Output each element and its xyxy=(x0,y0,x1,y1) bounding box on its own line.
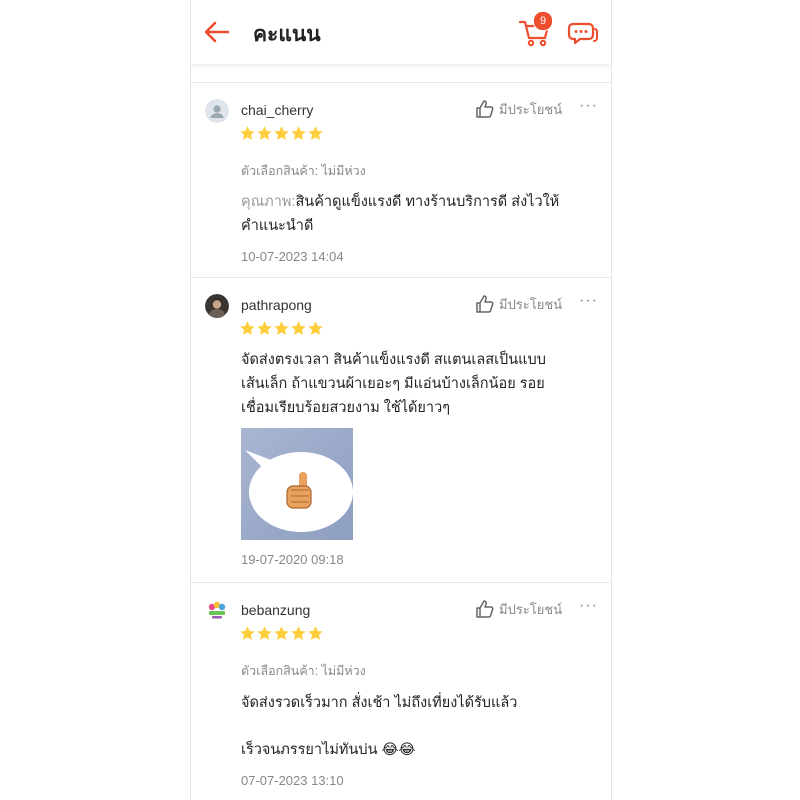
star-icon xyxy=(257,321,272,335)
more-options-icon[interactable]: ··· xyxy=(579,97,598,115)
review-text: จัดส่งรวดเร็วมาก สั่งเช้า ไม่ถึงเที่ยงได… xyxy=(241,691,601,715)
reviewer-username[interactable]: bebanzung xyxy=(241,602,310,618)
reviewer-username[interactable]: chai_cherry xyxy=(241,102,313,118)
star-icon xyxy=(240,126,255,140)
helpful-label: มีประโยชน์ xyxy=(499,296,563,312)
user-logo-icon xyxy=(205,599,229,623)
more-options-icon[interactable]: ··· xyxy=(579,292,598,310)
helpful-button[interactable]: มีประโยชน์ xyxy=(475,598,562,620)
cart-count-badge: 9 xyxy=(533,11,553,31)
review-text: เร็วจนภรรยาไม่ทันบ่น 😂😂 xyxy=(241,738,601,762)
review-item: pathrapong มีประโยชน์ ··· จัดส่งตรงเวลา … xyxy=(191,277,611,583)
star-icon xyxy=(257,626,272,640)
star-icon xyxy=(308,126,323,140)
product-variant: ตัวเลือกสินค้า: ไม่มีห่วง xyxy=(241,164,366,178)
review-text-line: จัดส่งรวดเร็วมาก สั่งเช้า ไม่ถึงเที่ยงได… xyxy=(241,695,518,711)
helpful-button[interactable]: มีประโยชน์ xyxy=(475,293,562,315)
star-icon xyxy=(291,626,306,640)
star-icon xyxy=(240,626,255,640)
review-date: 07-07-2023 13:10 xyxy=(241,773,344,788)
helpful-button[interactable]: มีประโยชน์ xyxy=(475,98,562,120)
review-text-line: คำแนะนำดี xyxy=(241,218,314,234)
star-rating xyxy=(239,625,324,642)
thumbs-up-icon xyxy=(476,295,494,313)
review-text-line: สินค้าดูแข็งแรงดี ทางร้านบริการดี ส่งไวใ… xyxy=(295,194,560,210)
star-icon xyxy=(308,321,323,335)
review-text-line: จัดส่งตรงเวลา สินค้าแข็งแรงดี สแตนเลสเป็… xyxy=(241,352,546,368)
default-user-icon xyxy=(205,99,229,123)
avatar[interactable] xyxy=(205,99,229,123)
review-item: chai_cherry มีประโยชน์ ··· ตัวเลือกสินค้… xyxy=(191,82,611,278)
star-icon xyxy=(291,321,306,335)
phone-screen: คะแนน 9 00-0-2023 00:10 chai_cherry xyxy=(190,0,612,800)
user-photo-icon xyxy=(205,294,229,318)
review-text-line: เชื่อมเรียบร้อยสวยงาม ใช้ได้ยาวๆ xyxy=(241,400,450,416)
star-rating xyxy=(239,320,324,337)
review-date: 10-07-2023 14:04 xyxy=(241,249,344,264)
star-icon xyxy=(291,126,306,140)
star-icon xyxy=(240,321,255,335)
more-options-icon[interactable]: ··· xyxy=(579,597,598,615)
review-item: bebanzung มีประโยชน์ ··· ตัวเลือกสินค้า:… xyxy=(191,582,611,800)
review-text-line: เส้นเล็ก ถ้าแขวนผ้าเยอะๆ มีแอ่นบ้างเล็กน… xyxy=(241,376,545,392)
star-icon xyxy=(274,626,289,640)
back-arrow-icon[interactable] xyxy=(201,16,233,48)
thumbs-up-icon xyxy=(476,100,494,118)
star-icon xyxy=(274,321,289,335)
star-icon xyxy=(308,626,323,640)
review-text-line: เร็วจนภรรยาไม่ทันบ่น 😂😂 xyxy=(241,742,416,758)
product-variant: ตัวเลือกสินค้า: ไม่มีห่วง xyxy=(241,664,366,678)
star-icon xyxy=(274,126,289,140)
page-title: คะแนน xyxy=(253,23,321,46)
quality-label: คุณภาพ: xyxy=(241,194,296,210)
avatar[interactable] xyxy=(205,294,229,318)
reviewer-username[interactable]: pathrapong xyxy=(241,297,312,313)
review-photo[interactable] xyxy=(241,428,353,540)
helpful-label: มีประโยชน์ xyxy=(499,101,563,117)
top-bar: คะแนน 9 xyxy=(191,0,611,64)
review-text: คุณภาพ:สินค้าดูแข็งแรงดี ทางร้านบริการดี… xyxy=(241,190,601,238)
avatar[interactable] xyxy=(205,599,229,623)
star-icon xyxy=(257,126,272,140)
star-rating xyxy=(239,125,324,142)
thumbs-up-icon xyxy=(476,600,494,618)
chat-icon[interactable] xyxy=(567,17,599,49)
review-date: 19-07-2020 09:18 xyxy=(241,552,344,567)
review-text: จัดส่งตรงเวลา สินค้าแข็งแรงดี สแตนเลสเป็… xyxy=(241,348,601,420)
helpful-label: มีประโยชน์ xyxy=(499,601,563,617)
